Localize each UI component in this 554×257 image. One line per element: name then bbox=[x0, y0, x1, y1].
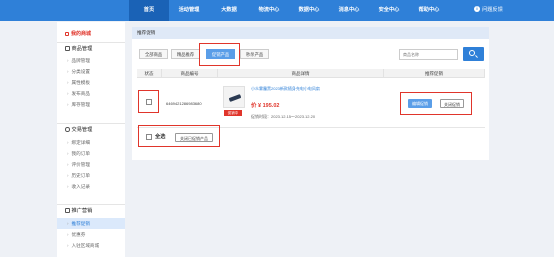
sidebar-group-label: 推广营销 bbox=[71, 208, 93, 214]
sidebar-item-region-mall[interactable]: 入驻区域商城 bbox=[57, 240, 125, 251]
sidebar-item-income[interactable]: 收入记录 bbox=[57, 181, 125, 192]
column-header-recommend: 推荐促销 bbox=[384, 69, 485, 78]
product-code: 6469421286983680 bbox=[166, 101, 202, 106]
column-header-code: 商品编号 bbox=[162, 69, 218, 78]
search-icon-handle bbox=[474, 54, 478, 58]
product-price: 价 ¥ 195.02 bbox=[251, 103, 280, 109]
fan-image bbox=[228, 94, 242, 102]
tab-flash-sale[interactable]: 秒杀产品 bbox=[240, 49, 270, 59]
promotion-status-badge: 促销中 bbox=[224, 110, 242, 116]
close-promotion-button[interactable]: 关闭促销 bbox=[440, 99, 464, 108]
tab-all-goods[interactable]: 全部商品 bbox=[139, 49, 169, 59]
batch-close-promotion-button[interactable]: 关闭已促销产品 bbox=[175, 133, 213, 142]
select-all-label: 全选 bbox=[155, 134, 166, 140]
nav-item-activity[interactable]: 活动管理 bbox=[169, 0, 209, 21]
breadcrumb: 推荐促销 bbox=[132, 27, 489, 39]
promotion-period: 促销时段：2023.12.15～2023.12.20 bbox=[251, 114, 316, 119]
sidebar-home[interactable]: 我的商城 bbox=[57, 28, 125, 40]
sidebar-group-label: 商品管理 bbox=[71, 46, 93, 52]
sidebar-group-trade[interactable]: 交易管理 bbox=[57, 123, 125, 135]
search-button[interactable] bbox=[463, 47, 484, 61]
column-header-details: 商品详情 bbox=[218, 69, 384, 78]
sidebar-item-stock[interactable]: 库存管理 bbox=[57, 99, 125, 110]
sidebar-item-reviews[interactable]: 评价管理 bbox=[57, 159, 125, 170]
sidebar: 我的商城 商品管理 品牌管理 分类设置 属性模板 发布商品 库存管理 交易管理 … bbox=[57, 22, 125, 257]
grid-icon bbox=[65, 208, 70, 213]
sidebar-item-promotion[interactable]: 推荐促销 bbox=[57, 218, 125, 229]
edit-promotion-button[interactable]: 编辑促销 bbox=[408, 99, 432, 108]
feedback-label: 问题反馈 bbox=[482, 7, 503, 13]
sidebar-item-history[interactable]: 历史订单 bbox=[57, 170, 125, 181]
product-thumbnail[interactable] bbox=[223, 86, 245, 108]
tab-featured[interactable]: 精品推荐 bbox=[171, 49, 201, 59]
sidebar-item-attributes[interactable]: 属性模板 bbox=[57, 77, 125, 88]
nav-item-messages[interactable]: 消息中心 bbox=[329, 0, 369, 21]
sidebar-item-binding[interactable]: 绑定详细 bbox=[57, 137, 125, 148]
sidebar-item-coupons[interactable]: 优惠券 bbox=[57, 229, 125, 240]
nav-item-data-center[interactable]: 数据中心 bbox=[289, 0, 329, 21]
column-header-status: 状态 bbox=[137, 69, 162, 78]
sidebar-group-label: 交易管理 bbox=[71, 127, 93, 133]
row-checkbox[interactable] bbox=[146, 99, 152, 105]
product-name-link[interactable]: 小众雾霾黑2023新款随身充电小电风扇 bbox=[251, 86, 320, 92]
tab-highlight-box bbox=[199, 43, 240, 66]
nav-item-security[interactable]: 安全中心 bbox=[369, 0, 409, 21]
sidebar-item-category[interactable]: 分类设置 bbox=[57, 66, 125, 77]
info-icon: i bbox=[474, 5, 480, 12]
sidebar-group-goods[interactable]: 商品管理 bbox=[57, 42, 125, 54]
select-all-checkbox[interactable] bbox=[146, 134, 152, 140]
feedback-link[interactable]: i 问题反馈 bbox=[474, 0, 503, 21]
nav-item-home[interactable]: 首页 bbox=[129, 0, 169, 21]
nav-item-bigdata[interactable]: 大数据 bbox=[209, 0, 249, 21]
sidebar-item-publish[interactable]: 发布商品 bbox=[57, 88, 125, 99]
grid-icon bbox=[65, 46, 70, 51]
nav-item-help[interactable]: 帮助中心 bbox=[409, 0, 449, 21]
nav-item-logistics[interactable]: 物流中心 bbox=[249, 0, 289, 21]
sidebar-group-marketing[interactable]: 推广营销 bbox=[57, 204, 125, 216]
sidebar-home-label: 我的商城 bbox=[71, 31, 92, 37]
sidebar-item-brand[interactable]: 品牌管理 bbox=[57, 55, 125, 66]
search-input[interactable] bbox=[399, 49, 458, 60]
gear-icon bbox=[65, 127, 70, 132]
top-navigation-bar: 首页 活动管理 大数据 物流中心 数据中心 消息中心 安全中心 帮助中心 i 问题… bbox=[0, 0, 554, 21]
home-icon bbox=[65, 31, 69, 36]
sidebar-item-orders[interactable]: 我的订单 bbox=[57, 148, 125, 159]
